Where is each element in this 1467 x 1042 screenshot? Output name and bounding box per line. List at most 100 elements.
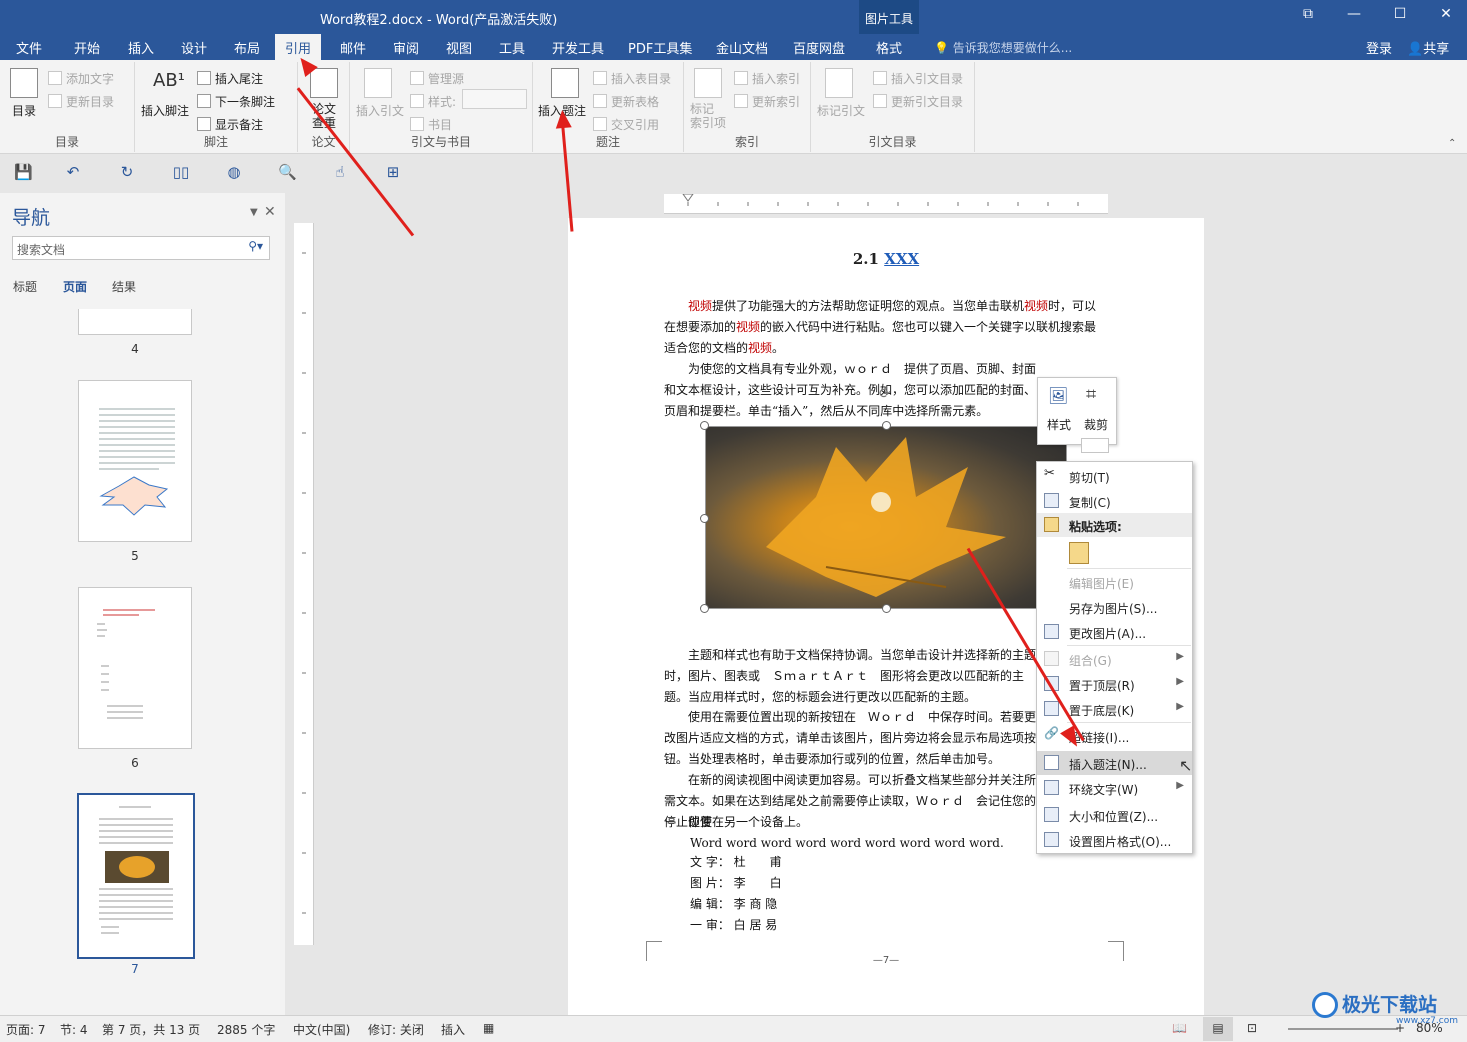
insert-toa-button[interactable]: 插入引文目录 xyxy=(873,70,963,87)
menu-edit-picture[interactable]: 编辑图片(E) xyxy=(1037,570,1192,594)
add-text-button[interactable]: 添加文字 xyxy=(48,70,114,87)
macro-record-icon[interactable]: ▦ xyxy=(483,1021,494,1035)
crop-icon[interactable]: ⌗ xyxy=(1086,384,1096,405)
plagiarism-check-button[interactable]: 论文 查重 xyxy=(312,102,336,130)
update-index-button[interactable]: 更新索引 xyxy=(734,93,800,110)
tab-format[interactable]: 格式 xyxy=(876,38,902,57)
show-notes-button[interactable]: 显示备注 xyxy=(197,116,263,133)
page-thumbnail-4[interactable] xyxy=(78,309,192,335)
menu-group[interactable]: 组合(G) ▶ xyxy=(1037,647,1192,671)
citation-style-select[interactable] xyxy=(462,89,527,109)
tab-insert[interactable]: 插入 xyxy=(128,38,154,57)
insert-footnote-button[interactable]: 插入脚注 xyxy=(141,102,189,119)
paste-keep-icon[interactable] xyxy=(1069,542,1089,564)
resize-handle-bottom[interactable] xyxy=(882,604,891,613)
tab-baidu-netdisk[interactable]: 百度网盘 xyxy=(793,38,845,57)
menu-hyperlink[interactable]: 🔗 超链接(I)... xyxy=(1037,724,1192,748)
style-button[interactable]: 样式 xyxy=(1047,416,1071,433)
cross-reference-button[interactable]: 交叉引用 xyxy=(593,116,659,133)
layout-options-icon[interactable] xyxy=(1081,438,1109,453)
selected-image-maple-leaf[interactable] xyxy=(705,426,1067,609)
minimize-button[interactable]: — xyxy=(1342,6,1366,28)
tab-review[interactable]: 审阅 xyxy=(393,38,419,57)
tab-layout[interactable]: 布局 xyxy=(234,38,260,57)
insert-citation-button[interactable]: 插入引文 xyxy=(356,102,404,119)
print-preview-icon[interactable]: 🔍 xyxy=(278,163,297,181)
page-thumbnail-5[interactable] xyxy=(78,380,192,542)
page-thumbnail-6[interactable] xyxy=(78,587,192,749)
tell-me-search[interactable]: 💡 告诉我您想要做什么... xyxy=(934,39,1072,56)
status-section[interactable]: 节: 4 xyxy=(60,1021,88,1038)
resize-handle-left[interactable] xyxy=(700,514,709,523)
save-icon[interactable]: 💾 xyxy=(14,163,33,181)
insert-table-of-figures-button[interactable]: 插入表目录 xyxy=(593,70,671,87)
toc-button[interactable]: 目录 xyxy=(12,102,36,119)
nav-tab-headings[interactable]: 标题 xyxy=(13,278,37,295)
status-word-count[interactable]: 2885 个字 xyxy=(217,1021,275,1038)
tab-home[interactable]: 开始 xyxy=(74,38,100,57)
mark-citation-button[interactable]: 标记引文 xyxy=(817,102,865,119)
nav-tab-results[interactable]: 结果 xyxy=(112,278,136,295)
tab-pdf-tools[interactable]: PDF工具集 xyxy=(628,38,692,57)
menu-cut[interactable]: ✂ 剪切(T) xyxy=(1037,464,1192,488)
login-link[interactable]: 登录 xyxy=(1366,38,1392,57)
resize-handle-top-left[interactable] xyxy=(700,421,709,430)
web-layout-icon[interactable]: ⊡ xyxy=(1247,1021,1257,1035)
menu-size-position[interactable]: 大小和位置(Z)... xyxy=(1037,803,1192,827)
manage-sources-button[interactable]: 管理源 xyxy=(410,70,464,87)
share-button[interactable]: 👤共享 xyxy=(1407,38,1449,57)
status-page-of[interactable]: 第 7 页，共 13 页 xyxy=(102,1021,200,1038)
tab-mailings[interactable]: 邮件 xyxy=(340,38,366,57)
heading-link[interactable]: XXX xyxy=(884,250,919,268)
customize-icon[interactable]: ⊞ xyxy=(384,163,402,181)
nav-tab-pages[interactable]: 页面 xyxy=(63,278,87,295)
print-layout-icon[interactable]: ▤ xyxy=(1203,1017,1233,1041)
menu-insert-caption[interactable]: 插入题注(N)... xyxy=(1037,751,1192,775)
tab-references[interactable]: 引用 xyxy=(275,34,322,60)
status-page[interactable]: 页面: 7 xyxy=(6,1021,46,1038)
update-toc-button[interactable]: 更新目录 xyxy=(48,93,114,110)
resize-handle-bottom-left[interactable] xyxy=(700,604,709,613)
resize-handle-top[interactable] xyxy=(882,421,891,430)
mark-entry-button[interactable]: 标记 索引项 xyxy=(690,102,726,130)
menu-save-as-picture[interactable]: 另存为图片(S)... xyxy=(1037,595,1192,619)
collapse-ribbon-icon[interactable]: ⌃ xyxy=(1448,138,1456,149)
touch-mode-icon[interactable]: ☝ xyxy=(331,163,349,181)
menu-format-picture[interactable]: 设置图片格式(O)... xyxy=(1037,828,1192,852)
search-icon[interactable]: ⚲▾ xyxy=(248,239,263,253)
undo-icon[interactable]: ↶ xyxy=(64,163,82,181)
tab-file[interactable]: 文件 xyxy=(16,38,42,57)
globe-icon[interactable]: ◍ xyxy=(225,163,243,181)
status-insert-mode[interactable]: 插入 xyxy=(441,1021,465,1038)
next-footnote-button[interactable]: 下一条脚注 xyxy=(197,93,275,110)
status-revision[interactable]: 修订: 关闭 xyxy=(368,1021,424,1038)
tab-kingsoft-docs[interactable]: 金山文档 xyxy=(716,38,768,57)
bibliography-button[interactable]: 书目 xyxy=(410,116,452,133)
two-page-icon[interactable]: ▯▯ xyxy=(172,163,190,181)
rotate-handle-icon[interactable]: ⟳ xyxy=(879,386,891,402)
picture-style-icon[interactable]: 🖼 xyxy=(1048,386,1068,405)
menu-change-picture[interactable]: 更改图片(A)... xyxy=(1037,620,1192,644)
zoom-slider[interactable] xyxy=(1288,1028,1398,1030)
read-mode-icon[interactable]: 📖 xyxy=(1172,1021,1187,1035)
update-toa-button[interactable]: 更新引文目录 xyxy=(873,93,963,110)
nav-options-icon[interactable]: ▼ xyxy=(250,207,258,218)
crop-button[interactable]: 裁剪 xyxy=(1084,416,1108,433)
tab-developer[interactable]: 开发工具 xyxy=(552,38,604,57)
ribbon-display-icon[interactable]: ⧉ xyxy=(1296,6,1320,28)
menu-copy[interactable]: 复制(C) xyxy=(1037,489,1192,513)
tab-design[interactable]: 设计 xyxy=(181,38,207,57)
nav-close-icon[interactable]: ✕ xyxy=(264,204,276,220)
insert-endnote-button[interactable]: 插入尾注 xyxy=(197,70,263,87)
nav-search-input[interactable]: 搜索文档 ⚲▾ xyxy=(12,236,270,260)
page-thumbnail-7[interactable] xyxy=(77,793,195,959)
status-language[interactable]: 中文(中国) xyxy=(293,1021,350,1038)
tab-view[interactable]: 视图 xyxy=(446,38,472,57)
menu-wrap-text[interactable]: 环绕文字(W) ▶ xyxy=(1037,776,1192,800)
insert-index-button[interactable]: 插入索引 xyxy=(734,70,800,87)
tab-tools[interactable]: 工具 xyxy=(499,38,525,57)
maximize-button[interactable]: ☐ xyxy=(1388,6,1412,28)
menu-bring-to-front[interactable]: 置于顶层(R) ▶ xyxy=(1037,672,1192,696)
close-button[interactable]: ✕ xyxy=(1434,6,1458,28)
redo-icon[interactable]: ↻ xyxy=(118,163,136,181)
